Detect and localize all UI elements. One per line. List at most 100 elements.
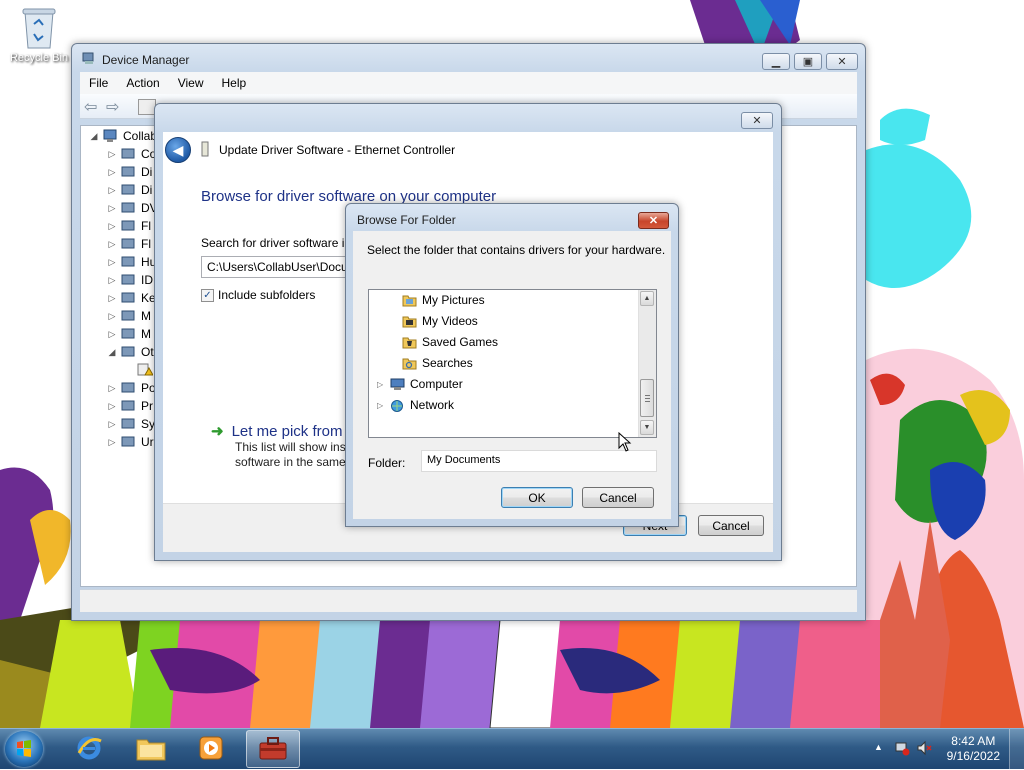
device-category-label: Pr xyxy=(141,399,153,413)
menu-help[interactable]: Help xyxy=(213,72,256,94)
expand-arrow-icon[interactable]: ▷ xyxy=(377,401,385,410)
device-category-label: M xyxy=(141,327,151,341)
system-tray: ▲ 8:42 AM 9/16/2022 xyxy=(864,729,1024,769)
volume-muted-icon[interactable] xyxy=(916,740,932,759)
device-category-icon xyxy=(121,345,137,359)
browse-folder-close-button[interactable]: ✕ xyxy=(638,212,669,229)
browse-folder-prompt: Select the folder that contains drivers … xyxy=(367,243,666,257)
driver-path-field[interactable]: C:\Users\CollabUser\Docu xyxy=(201,256,351,278)
back-arrow-icon[interactable]: ⇦ xyxy=(84,97,97,117)
device-category-item[interactable]: ▷ M xyxy=(107,325,151,343)
folder-tree[interactable]: My Pictures My Videos Saved Games Searches ▷… xyxy=(368,289,657,438)
device-category-label: M xyxy=(141,309,151,323)
expand-arrow-icon: ▷ xyxy=(108,202,116,213)
clock-time: 8:42 AM xyxy=(951,734,996,748)
menu-view[interactable]: View xyxy=(169,72,213,94)
search-location-label: Search for driver software in xyxy=(201,236,352,250)
menu-action[interactable]: Action xyxy=(117,72,168,94)
device-category-item[interactable]: ▷ M xyxy=(107,307,151,325)
folder-item[interactable]: My Videos xyxy=(389,311,478,331)
scroll-up-icon: ▲ xyxy=(643,295,651,302)
browse-cancel-button[interactable]: Cancel xyxy=(582,487,654,508)
back-arrow-icon: ◀ xyxy=(172,141,184,158)
network-icon xyxy=(390,399,405,412)
device-manager-title-icon xyxy=(82,51,96,68)
recycle-bin-label: Recycle Bin xyxy=(9,52,69,64)
folder-item[interactable]: Saved Games xyxy=(389,332,498,352)
device-category-item[interactable]: ▷ Pr xyxy=(107,397,153,415)
device-category-item[interactable]: ▷ Fl xyxy=(107,217,151,235)
ok-button[interactable]: OK xyxy=(501,487,573,508)
forward-arrow-icon[interactable]: ⇨ xyxy=(106,97,119,117)
show-hidden-icons-icon[interactable]: ▲ xyxy=(874,742,883,752)
scroll-down-button[interactable]: ▼ xyxy=(640,420,654,435)
minimize-button[interactable]: ▁ xyxy=(762,53,790,70)
pick-from-list-option[interactable]: ➜ Let me pick from This list will show i… xyxy=(211,422,349,470)
expand-arrow-icon[interactable]: ▷ xyxy=(377,380,385,389)
taskbar-media-player[interactable] xyxy=(184,730,238,768)
device-category-item[interactable]: ▷ Ur xyxy=(107,433,154,451)
device-category-item[interactable]: ▷ ID xyxy=(107,271,153,289)
folder-tree-scrollbar[interactable]: ▲ ▼ xyxy=(638,290,656,437)
taskbar-ie[interactable] xyxy=(62,730,116,768)
include-subfolders-checkbox[interactable]: ✓ Include subfolders xyxy=(201,288,315,302)
recycle-bin[interactable]: Recycle Bin xyxy=(6,6,72,64)
close-icon: ✕ xyxy=(648,215,659,227)
device-category-item[interactable]: ▷ Co xyxy=(107,145,157,163)
device-manager-titlebar: Device Manager xyxy=(82,51,189,68)
computer-icon xyxy=(390,378,405,391)
device-category-item[interactable]: ◢ Ot xyxy=(107,343,154,361)
device-category-icon xyxy=(121,201,137,215)
device-category-item[interactable] xyxy=(123,361,157,379)
device-category-item[interactable]: ▷ Di xyxy=(107,181,153,199)
wizard-close-button[interactable]: ✕ xyxy=(741,112,773,129)
taskbar-explorer[interactable] xyxy=(124,730,178,768)
device-category-item[interactable]: ▷ Di xyxy=(107,163,153,181)
device-category-item[interactable]: ▷ Fl xyxy=(107,235,151,253)
scroll-thumb[interactable] xyxy=(640,379,654,417)
expand-arrow-icon: ▷ xyxy=(108,400,116,411)
folder-item[interactable]: My Pictures xyxy=(389,290,485,310)
folder-name-input[interactable]: My Documents xyxy=(421,450,657,472)
device-category-item[interactable]: ▷ Ke xyxy=(107,289,156,307)
clock[interactable]: 8:42 AM 9/16/2022 xyxy=(947,734,1000,764)
device-category-label: Ur xyxy=(141,435,154,449)
include-subfolders-label: Include subfolders xyxy=(218,288,316,302)
tree-root-label: Collab xyxy=(123,129,158,143)
wizard-back-button[interactable]: ◀ xyxy=(165,137,191,163)
maximize-button[interactable]: ▣ xyxy=(794,53,822,70)
taskbar-device-manager[interactable] xyxy=(246,730,300,768)
folder-item[interactable]: ▷ Computer xyxy=(377,374,463,394)
grip-line-icon xyxy=(645,398,650,399)
device-category-label: Di xyxy=(141,165,153,179)
device-category-icon xyxy=(121,147,137,161)
device-category-item[interactable]: ▷ Sy xyxy=(107,415,155,433)
wizard-title: Update Driver Software - Ethernet Contro… xyxy=(219,143,456,157)
wizard-cancel-button[interactable]: Cancel xyxy=(698,515,764,536)
device-category-item[interactable]: ▷ Hu xyxy=(107,253,157,271)
recycle-bin-icon xyxy=(19,6,59,50)
tree-root[interactable]: ◢ Collab xyxy=(89,127,158,145)
clock-date: 9/16/2022 xyxy=(946,749,1000,763)
menu-file[interactable]: File xyxy=(80,72,117,94)
start-button[interactable] xyxy=(5,731,43,767)
device-category-item[interactable]: ▷ Po xyxy=(107,379,156,397)
expand-arrow-icon: ▷ xyxy=(108,238,116,249)
folder-item[interactable]: Searches xyxy=(389,353,473,373)
close-button[interactable]: ✕ xyxy=(826,53,858,70)
expand-arrow-icon: ▷ xyxy=(108,256,116,267)
videos-folder-icon xyxy=(402,315,417,328)
device-category-icon xyxy=(121,237,137,251)
network-status-icon[interactable] xyxy=(894,740,910,759)
device-category-label: Di xyxy=(141,183,153,197)
mouse-cursor-icon xyxy=(618,432,632,452)
show-desktop-button[interactable] xyxy=(1009,729,1024,769)
expand-arrow-icon: ▷ xyxy=(108,148,116,159)
expand-arrow-icon: ▷ xyxy=(108,436,116,447)
folder-item[interactable]: ▷ Network xyxy=(377,395,454,415)
device-category-item[interactable]: ▷ DV xyxy=(107,199,158,217)
collapse-arrow-icon: ◢ xyxy=(90,130,98,141)
scroll-up-button[interactable]: ▲ xyxy=(640,291,654,306)
device-category-icon xyxy=(121,399,137,413)
scroll-down-icon: ▼ xyxy=(643,424,651,431)
